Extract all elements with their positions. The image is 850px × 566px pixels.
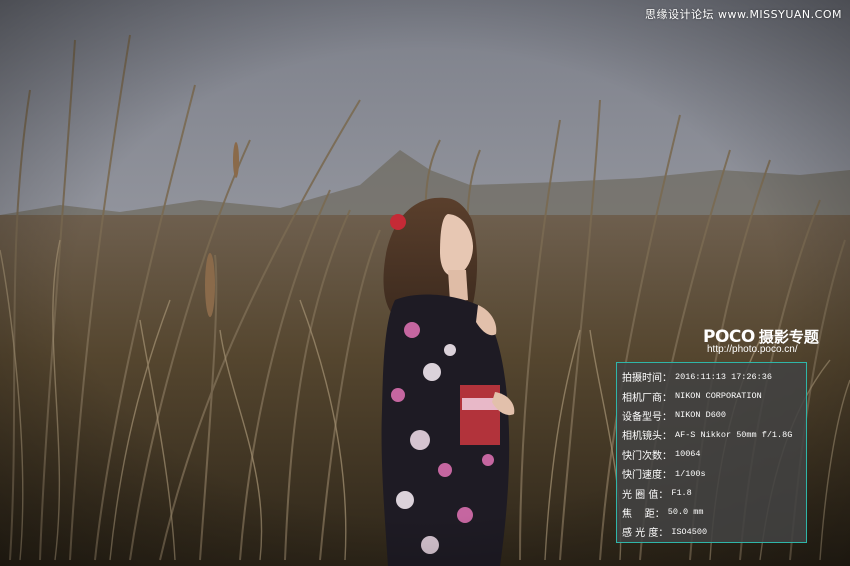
- exif-separator: ：: [662, 411, 672, 423]
- exif-separator: ：: [662, 431, 672, 443]
- exif-separator: ：: [662, 392, 672, 404]
- exif-key: 相机镜头: [622, 431, 662, 443]
- poco-url: http://photo.poco.cn/: [707, 344, 798, 355]
- exif-row-iso: 感 光 度： ISO4500: [622, 522, 806, 541]
- exif-key: 快门次数: [622, 450, 662, 462]
- exif-row-shutter-count: 快门次数： 10064: [622, 445, 806, 464]
- exif-separator: ：: [662, 450, 672, 462]
- exif-row-shutter-speed: 快门速度： 1/100s: [622, 464, 806, 483]
- exif-row-maker: 相机厂商： NIKON CORPORATION: [622, 386, 806, 405]
- exif-separator: ：: [662, 373, 672, 385]
- exif-value: F1.8: [671, 488, 692, 499]
- exif-key: 焦 距: [622, 508, 655, 520]
- exif-value: 10064: [675, 449, 701, 460]
- exif-separator: ：: [658, 489, 669, 501]
- exif-key: 相机厂商: [622, 392, 662, 404]
- exif-row-model: 设备型号： NIKON D600: [622, 406, 806, 425]
- exif-row-aperture: 光 圈 值： F1.8: [622, 483, 806, 502]
- exif-separator: ：: [662, 470, 672, 482]
- exif-row-capture-time: 拍摄时间： 2016:11:13 17:26:36: [622, 367, 806, 386]
- exif-value: AF-S Nikkor 50mm f/1.8G: [675, 429, 793, 440]
- exif-value: ISO4500: [671, 526, 708, 537]
- exif-separator: ：: [658, 528, 669, 540]
- exif-separator: ：: [654, 508, 665, 520]
- photo-scene: 思缘设计论坛 www.MISSYUAN.COM POCO 摄影专题 http://…: [0, 0, 850, 566]
- exif-key: 感 光 度: [622, 528, 659, 540]
- exif-row-lens: 相机镜头： AF-S Nikkor 50mm f/1.8G: [622, 425, 806, 444]
- exif-key: 设备型号: [622, 411, 662, 423]
- exif-value: 1/100s: [675, 468, 706, 479]
- exif-panel: 拍摄时间： 2016:11:13 17:26:36 相机厂商： NIKON CORP…: [616, 362, 807, 543]
- exif-value: 50.0 mm: [667, 507, 704, 518]
- exif-value: NIKON CORPORATION: [675, 391, 762, 402]
- exif-key: 快门速度: [622, 470, 662, 482]
- exif-row-focal-length: 焦 距： 50.0 mm: [622, 503, 806, 522]
- exif-key: 光 圈 值: [622, 489, 659, 501]
- site-watermark: 思缘设计论坛 www.MISSYUAN.COM: [644, 8, 842, 21]
- exif-value: NIKON D600: [675, 410, 727, 421]
- exif-key: 拍摄时间: [622, 373, 662, 385]
- exif-value: 2016:11:13 17:26:36: [675, 371, 772, 382]
